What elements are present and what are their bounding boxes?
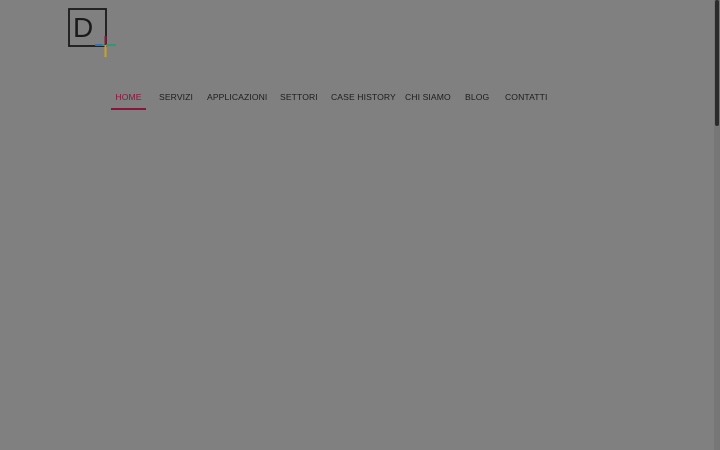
d-plus-logo[interactable]: D bbox=[66, 6, 122, 62]
nav-item-blog[interactable]: BLOG bbox=[465, 86, 489, 110]
nav-item-settori[interactable]: SETTORI bbox=[280, 86, 318, 110]
nav-item-applicazioni[interactable]: APPLICAZIONI bbox=[207, 86, 267, 110]
scrollbar-thumb[interactable] bbox=[715, 0, 719, 126]
nav-item-contatti[interactable]: CONTATTI bbox=[505, 86, 547, 110]
nav-item-home[interactable]: HOME bbox=[111, 86, 146, 110]
main-navigation: HOME SERVIZI APPLICAZIONI SETTORI CASE H… bbox=[0, 86, 700, 110]
logo-letter: D bbox=[73, 12, 93, 43]
nav-item-chi-siamo[interactable]: CHI SIAMO bbox=[405, 86, 451, 110]
page: D HOME SERVIZI APPLICAZIONI SETTORI CASE… bbox=[0, 0, 720, 450]
nav-item-case-history[interactable]: CASE HISTORY bbox=[331, 86, 396, 110]
nav-item-servizi[interactable]: SERVIZI bbox=[159, 86, 193, 110]
scrollbar-track[interactable] bbox=[714, 0, 720, 450]
